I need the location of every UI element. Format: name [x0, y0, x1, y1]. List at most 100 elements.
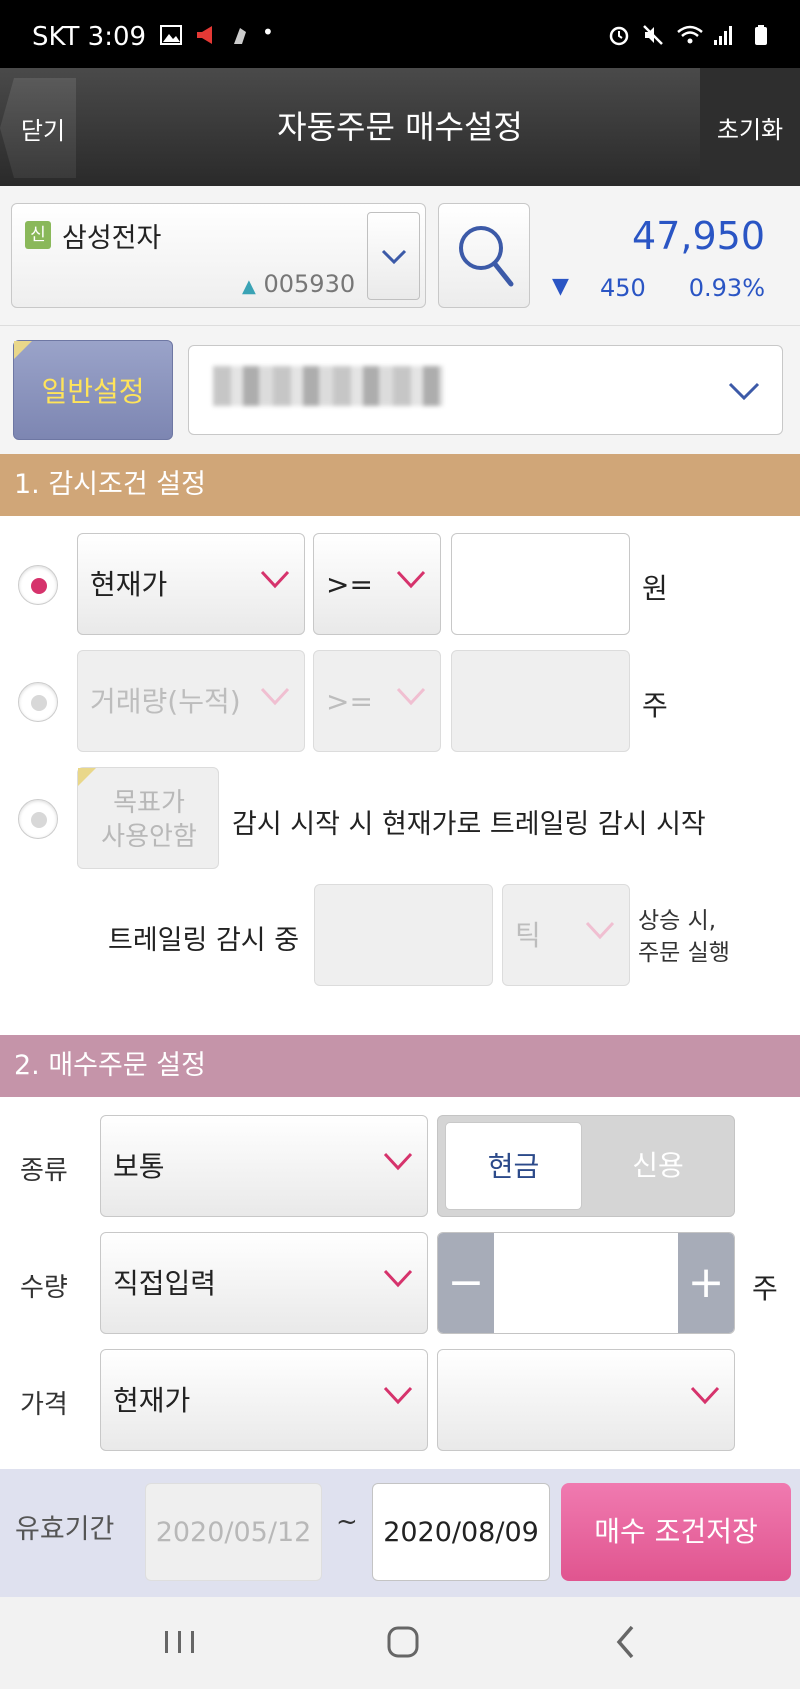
- date-range-separator: ~: [336, 1507, 358, 1537]
- condition-field-value: 현재가: [90, 568, 168, 601]
- settings-row: 일반설정: [0, 326, 800, 454]
- trailing-suffix-line1: 상승 시,: [638, 908, 717, 934]
- trailing-label: 트레일링 감시 중: [108, 925, 300, 956]
- system-nav-bar: [0, 1597, 800, 1689]
- chevron-down-icon: [396, 570, 426, 589]
- battery-icon: [755, 25, 767, 45]
- validity-label: 유효기간: [15, 1514, 115, 1545]
- target-price-line1: 목표가: [113, 788, 185, 818]
- trailing-suffix-line2: 주문 실행: [638, 940, 730, 966]
- quantity-mode-select[interactable]: 직접입력: [100, 1232, 428, 1334]
- quantity-label: 수량: [20, 1273, 68, 1303]
- home-icon[interactable]: [378, 1617, 428, 1667]
- condition-field-select[interactable]: 현재가: [77, 533, 305, 635]
- back-icon[interactable]: [602, 1617, 652, 1667]
- order-type-value: 보통: [113, 1150, 165, 1183]
- trailing-suffix: 상승 시, 주문 실행: [638, 905, 730, 969]
- down-arrow-icon: ▼: [552, 274, 569, 299]
- credit-badge: 신: [25, 221, 51, 249]
- search-icon: [459, 226, 514, 287]
- signal-icon: [714, 26, 732, 45]
- quantity-unit: 주: [752, 1272, 778, 1305]
- condition-radio-trailing[interactable]: [18, 799, 58, 839]
- preset-select[interactable]: [188, 345, 783, 435]
- chevron-down-icon: [381, 249, 407, 265]
- volume-field-select[interactable]: 거래량(누적): [77, 650, 305, 752]
- stock-name: 삼성전자: [62, 223, 162, 254]
- price-label: 가격: [20, 1390, 68, 1420]
- target-price-line2: 사용안함: [101, 822, 197, 852]
- unit-won: 원: [642, 572, 668, 605]
- cash-option[interactable]: 현금: [445, 1122, 582, 1210]
- chevron-down-icon: [383, 1269, 413, 1288]
- reset-button[interactable]: 초기화: [700, 68, 800, 186]
- chevron-down-icon: [728, 382, 760, 401]
- section-header-monitor-conditions: 1. 감시조건 설정: [0, 454, 800, 516]
- chevron-down-icon: [260, 687, 290, 706]
- section-header-buy-order: 2. 매수주문 설정: [0, 1035, 800, 1097]
- volume-operator-select[interactable]: >=: [313, 650, 441, 752]
- condition-price-input[interactable]: [451, 533, 630, 635]
- trailing-start-text: 감시 시작 시 현재가로 트레일링 감시 시작: [232, 809, 706, 840]
- trailing-unit-select[interactable]: 틱: [502, 884, 630, 986]
- order-type-select[interactable]: 보통: [100, 1115, 428, 1217]
- target-price-toggle[interactable]: 목표가 사용안함: [77, 767, 219, 869]
- price-type-select[interactable]: 현재가: [100, 1349, 428, 1451]
- current-price: 47,950: [632, 214, 765, 258]
- end-date-field[interactable]: 2020/08/09: [372, 1483, 550, 1581]
- decrease-button[interactable]: −: [438, 1233, 494, 1333]
- condition-operator-select[interactable]: >=: [313, 533, 441, 635]
- quantity-input[interactable]: [494, 1233, 678, 1333]
- blurred-preset-name: [213, 366, 443, 406]
- volume-operator-value: >=: [326, 685, 373, 718]
- close-button[interactable]: 닫기: [0, 78, 76, 178]
- volume-field-value: 거래량(누적): [90, 685, 241, 718]
- quantity-mode-value: 직접입력: [113, 1267, 217, 1300]
- search-button[interactable]: [438, 203, 530, 308]
- app-notification-icon: [234, 28, 246, 44]
- increase-button[interactable]: +: [678, 1233, 734, 1333]
- cash-credit-toggle: 현금 신용: [437, 1115, 735, 1217]
- unit-shares: 주: [642, 689, 668, 722]
- price-type-value: 현재가: [113, 1384, 191, 1417]
- condition-operator-value: >=: [326, 568, 373, 601]
- alert-bell-icon: ▲: [242, 276, 256, 297]
- stock-selector[interactable]: 신 삼성전자 ▲ 005930: [11, 203, 426, 308]
- more-dot-icon: •: [262, 20, 274, 44]
- chevron-down-icon: [383, 1152, 413, 1171]
- stock-dropdown-button[interactable]: [367, 212, 420, 300]
- start-date-field[interactable]: 2020/05/12: [145, 1483, 322, 1581]
- chevron-down-icon: [383, 1386, 413, 1405]
- mute-icon: [643, 25, 663, 45]
- recent-apps-icon[interactable]: [155, 1617, 205, 1667]
- general-settings-button[interactable]: 일반설정: [13, 340, 173, 440]
- save-buy-condition-button[interactable]: 매수 조건저장: [561, 1483, 791, 1581]
- title-bar: 자동주문 매수설정 닫기 초기화: [0, 68, 800, 186]
- megaphone-icon: [197, 26, 212, 44]
- stock-info-row: 신 삼성전자 ▲ 005930 47,950 ▼ 450 0.93%: [0, 186, 800, 326]
- quantity-stepper: − +: [437, 1232, 735, 1334]
- price-detail-select[interactable]: [437, 1349, 735, 1451]
- chevron-down-icon: [690, 1386, 720, 1405]
- chevron-down-icon: [396, 687, 426, 706]
- price-change: 450: [600, 274, 646, 302]
- chevron-down-icon: [260, 570, 290, 589]
- corner-marker: [14, 341, 32, 359]
- wifi-icon: [677, 25, 703, 44]
- stock-code-group: ▲ 005930: [242, 270, 355, 298]
- stock-code: 005930: [263, 270, 356, 298]
- price-change-percent: 0.93%: [688, 274, 765, 302]
- gallery-icon: [160, 25, 182, 45]
- volume-input[interactable]: [451, 650, 630, 752]
- credit-option[interactable]: 신용: [588, 1122, 728, 1210]
- general-settings-label: 일반설정: [41, 375, 145, 408]
- page-title: 자동주문 매수설정: [277, 108, 523, 146]
- trailing-tick-input[interactable]: [314, 884, 493, 986]
- condition-radio-volume[interactable]: [18, 682, 58, 722]
- status-time: SKT 3:09: [32, 22, 147, 52]
- condition-radio-price[interactable]: [18, 565, 58, 605]
- order-type-label: 종류: [20, 1156, 68, 1186]
- chevron-down-icon: [585, 921, 615, 940]
- corner-marker: [78, 768, 96, 786]
- alarm-icon: [609, 26, 629, 46]
